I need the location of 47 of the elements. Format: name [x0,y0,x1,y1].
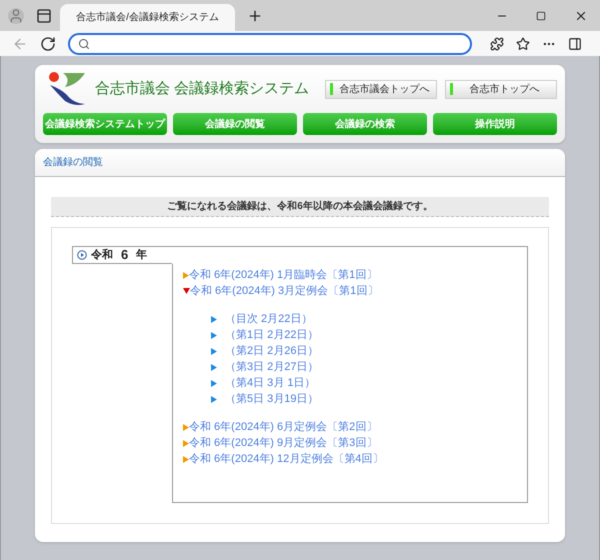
search-icon [78,38,90,50]
meeting-link[interactable]: 令和 6年(2024年) 12月定例会〔第4回〕 [183,451,517,467]
nav-button[interactable]: 会議録の閲覧 [173,113,297,135]
profile-icon[interactable] [8,8,24,24]
address-bar[interactable] [68,32,472,54]
arrow-icon [211,348,217,354]
maximize-icon[interactable] [536,11,546,21]
session-link[interactable]: （第4日 3月 1日） [211,375,517,391]
panel-heading: 会議録の閲覧 [43,156,103,170]
session-link[interactable]: （目次 2月22日） [211,311,517,327]
arrow-icon [211,364,217,370]
favorites-icon[interactable] [516,36,530,50]
top-link[interactable]: 合志市議会トップへ [325,80,438,98]
site-title: 合志市議会 会議録検索システム [95,78,310,99]
meeting-link[interactable]: 令和 6年(2024年) 1月臨時会〔第1回〕 [183,267,517,283]
session-link[interactable]: （第5日 3月19日） [211,391,517,407]
nav-button[interactable]: 操作説明 [433,113,557,135]
play-circle-icon [77,250,87,260]
session-link[interactable]: （第2日 2月26日） [211,343,517,359]
logo-icon [47,71,87,107]
collapsed-arrow-icon [183,456,189,462]
arrow-icon [211,332,217,338]
meeting-link[interactable]: 令和 6年(2024年) 9月定例会〔第3回〕 [183,435,517,451]
nav-button[interactable]: 会議録の検索 [303,113,427,135]
meeting-link[interactable]: 令和 6年(2024年) 3月定例会〔第1回〕 [183,283,517,299]
expanded-arrow-icon [183,288,190,294]
collapsed-arrow-icon [183,272,189,278]
extensions-icon[interactable] [490,36,504,50]
tab-actions-icon[interactable] [36,8,52,24]
browser-tab[interactable]: 合志市議会/会議録検索システム [60,4,235,31]
arrow-icon [211,316,217,322]
tab-title: 合志市議会/会議録検索システム [76,10,219,25]
new-tab-icon[interactable] [247,8,263,24]
year-tab[interactable]: 令和 6 年 [72,246,172,264]
nav-button[interactable]: 会議録検索システムトップ [43,113,167,135]
notice-bar: ご覧になれる会議録は、令和6年以降の本会議会議録です。 [51,197,549,217]
sidebar-icon[interactable] [568,36,582,50]
arrow-icon [211,396,217,402]
collapsed-arrow-icon [183,424,189,430]
session-link[interactable]: （第3日 2月27日） [211,359,517,375]
close-window-icon[interactable] [574,9,588,23]
meeting-link[interactable]: 令和 6年(2024年) 6月定例会〔第2回〕 [183,419,517,435]
session-link[interactable]: （第1日 2月22日） [211,327,517,343]
collapsed-arrow-icon [183,440,189,446]
refresh-icon[interactable] [40,36,56,52]
top-link[interactable]: 合志市トップへ [445,80,558,98]
arrow-icon [211,380,217,386]
